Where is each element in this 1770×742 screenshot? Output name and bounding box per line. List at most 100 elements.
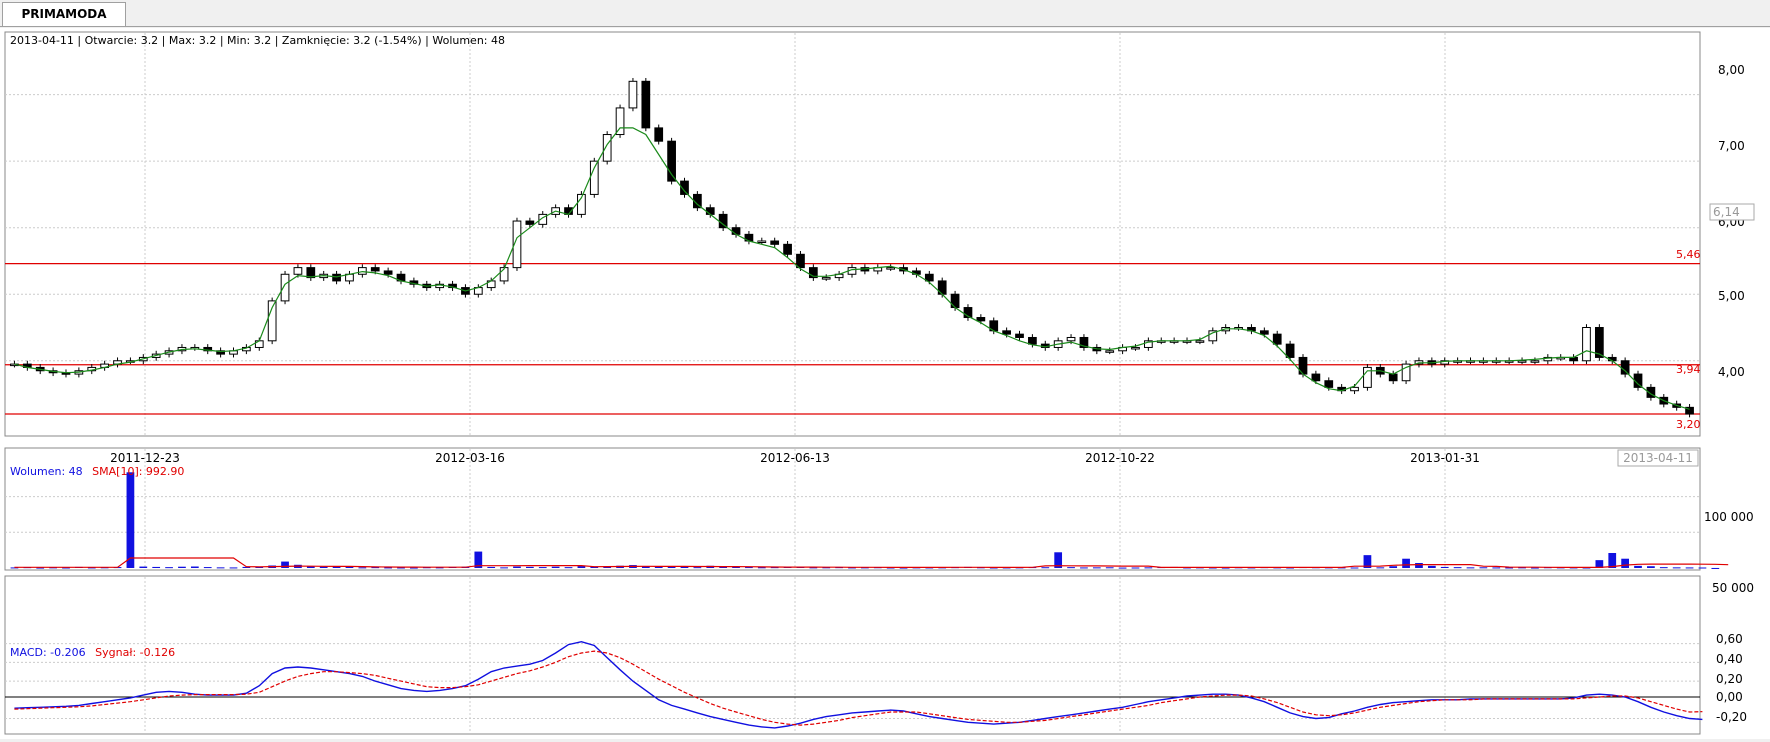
- candle-body: [718, 213, 728, 229]
- volume-bar: [538, 567, 547, 569]
- volume-bar: [216, 567, 225, 569]
- volume-bar: [487, 566, 496, 568]
- candle-body: [1066, 336, 1076, 342]
- candle-body: [1272, 333, 1282, 345]
- volume-bar: [564, 567, 573, 569]
- volume-bar: [1621, 558, 1629, 568]
- volume-bar: [1105, 567, 1114, 569]
- volume-tick: 50 000: [1712, 581, 1754, 595]
- volume-axis: 100 000 50 000: [1704, 510, 1754, 595]
- volume-bar: [165, 567, 173, 569]
- volume-bar: [513, 566, 521, 568]
- volume-bar: [190, 566, 199, 568]
- level-label: 5,46: [1676, 248, 1701, 261]
- ohlc-info: 2013-04-11 | Otwarcie: 3.2 | Max: 3.2 | …: [10, 34, 505, 47]
- volume-bar: [1479, 567, 1488, 569]
- date-label: 2012-03-16: [435, 451, 505, 465]
- candle-body: [332, 273, 341, 282]
- tab-primamoda[interactable]: PRIMAMODA: [2, 2, 126, 26]
- candle-body: [641, 80, 651, 129]
- volume-bar: [139, 566, 148, 568]
- volume-bar: [1389, 566, 1398, 568]
- volume-bar: [1118, 567, 1127, 569]
- volume-legend-value: Wolumen: 48: [10, 465, 83, 478]
- volume-bar: [1453, 567, 1462, 569]
- level-label: 3,94: [1676, 363, 1701, 376]
- volume-bar: [654, 566, 663, 568]
- volume-bar: [693, 567, 702, 569]
- candle-body: [1195, 340, 1205, 343]
- candle-body: [1002, 330, 1011, 335]
- macd-tick: 0,40: [1716, 652, 1743, 666]
- macd-axis: 0,60 0,40 0,20 0,00 -0,20: [1716, 632, 1747, 724]
- volume-bar: [1376, 567, 1385, 569]
- volume-bar: [1131, 567, 1140, 569]
- macd-legend-signal: Sygnał: -0.126: [95, 646, 175, 659]
- macd-legend-value: MACD: -0.206: [10, 646, 86, 659]
- price-tick: 7,00: [1718, 139, 1745, 153]
- candle-body: [628, 80, 638, 109]
- volume-bar: [152, 566, 161, 568]
- volume-bar: [203, 567, 212, 569]
- date-label: 2011-12-23: [110, 451, 180, 465]
- candle-body: [293, 267, 303, 275]
- volume-bar: [358, 567, 367, 569]
- candle-body: [589, 160, 599, 195]
- candle-body: [821, 277, 831, 280]
- volume-bar: [1647, 566, 1655, 568]
- volume-bar: [1415, 563, 1423, 568]
- candle-body: [525, 220, 535, 225]
- chart-svg[interactable]: 2013-04-11 | Otwarcie: 3.2 | Max: 3.2 | …: [0, 28, 1770, 739]
- candle-body: [602, 134, 612, 162]
- current-price-label: 6,14: [1713, 205, 1740, 219]
- volume-bar: [410, 567, 418, 569]
- volume-bar: [1067, 567, 1075, 569]
- candle-body: [654, 127, 664, 142]
- volume-bar: [1350, 567, 1359, 569]
- macd-tick: 0,00: [1716, 690, 1743, 704]
- tab-bar: PRIMAMODA: [0, 0, 1770, 27]
- volume-bar: [1427, 565, 1436, 568]
- volume-bar: [126, 472, 135, 568]
- candle-body: [886, 267, 896, 270]
- volume-bar: [1634, 565, 1642, 568]
- candle-body: [1388, 373, 1398, 382]
- volume-legend: Wolumen: 48 SMA[10]: 992.90: [10, 465, 184, 478]
- volume-bar: [1492, 567, 1501, 569]
- volume-bar: [1041, 567, 1050, 569]
- candle-body: [1517, 360, 1527, 363]
- price-tick: 5,00: [1718, 289, 1745, 303]
- volume-bar: [1402, 558, 1410, 568]
- candle-body: [1015, 333, 1024, 338]
- candle-body: [1620, 360, 1630, 375]
- candle-body: [1324, 380, 1334, 388]
- volume-bar: [1080, 567, 1088, 569]
- macd-tick: 0,20: [1716, 672, 1743, 686]
- volume-bar: [551, 566, 560, 568]
- date-label: 2013-01-31: [1410, 451, 1480, 465]
- volume-bar: [525, 566, 534, 568]
- candle-body: [1259, 330, 1269, 335]
- candle-body: [1350, 386, 1359, 392]
- volume-bar: [1440, 566, 1449, 568]
- candle-body: [1131, 346, 1140, 350]
- candle-body: [783, 243, 792, 255]
- candle-body: [357, 267, 367, 275]
- volume-bar: [1685, 567, 1694, 569]
- price-tick: 8,00: [1718, 63, 1745, 77]
- candle-body: [796, 253, 805, 269]
- chart-area[interactable]: 2013-04-11 | Otwarcie: 3.2 | Max: 3.2 | …: [0, 28, 1770, 739]
- volume-bar: [1659, 567, 1668, 569]
- price-panel-frame: [4, 31, 1701, 437]
- candle-body: [280, 273, 290, 302]
- volume-bar: [680, 566, 689, 568]
- volume-bar: [345, 566, 354, 568]
- price-tick: 4,00: [1718, 365, 1745, 379]
- candle-body: [705, 207, 715, 215]
- candle-body: [1105, 350, 1115, 353]
- volume-bar: [500, 567, 508, 569]
- candle-body: [731, 227, 741, 235]
- volume-panel-frame: [4, 447, 1701, 571]
- date-label: 2012-10-22: [1085, 451, 1155, 465]
- candle-body: [976, 317, 986, 322]
